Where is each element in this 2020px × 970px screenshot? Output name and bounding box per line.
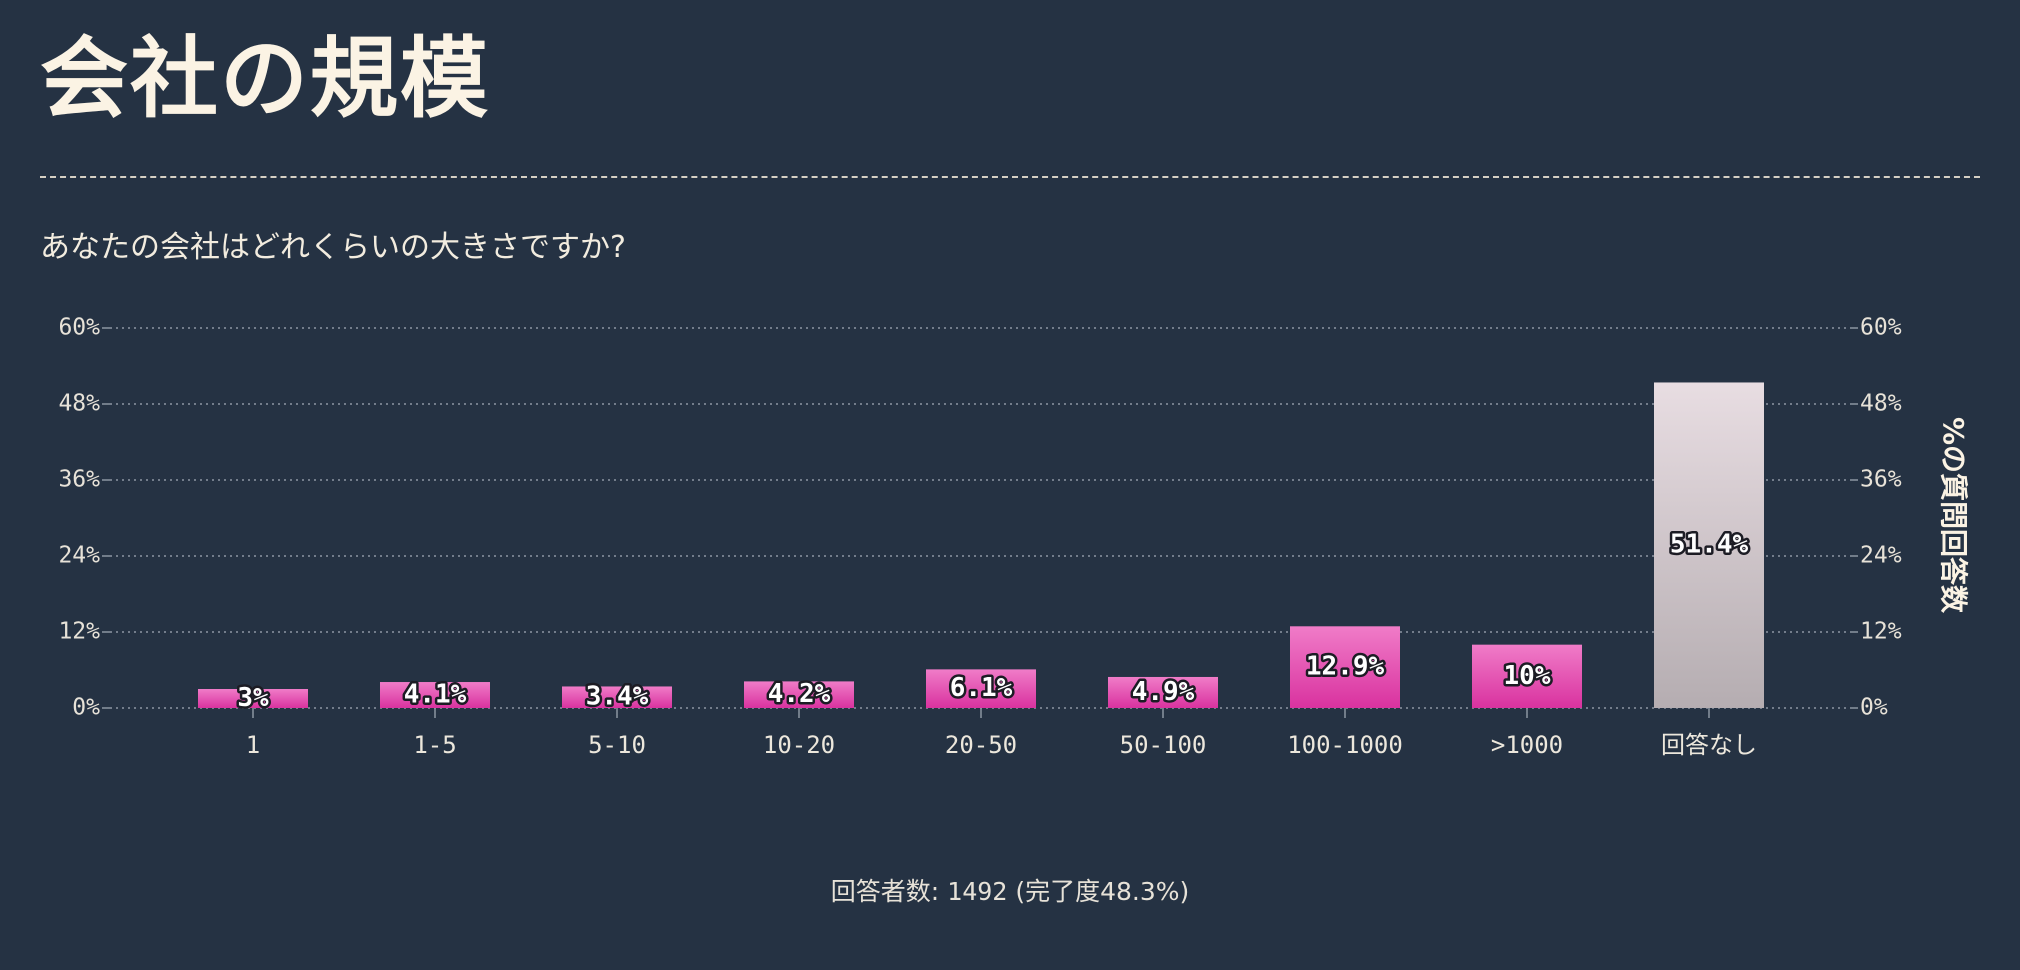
y-tick-label: 12%: [58, 619, 100, 645]
x-tick-label: 5-10: [588, 731, 646, 759]
y-tick-label: 24%: [58, 543, 100, 569]
x-tick-label: 1: [246, 731, 260, 759]
bar-value-label: 3%: [237, 683, 269, 713]
y-tick-label: 36%: [58, 467, 100, 493]
bars: [198, 382, 1764, 708]
respondent-footer: 回答者数: 1492 (完了度48.3%): [0, 872, 2020, 908]
bar-value-label: 10%: [1504, 661, 1551, 691]
x-tick-label: >1000: [1491, 731, 1563, 759]
bar-value-label: 12.9%: [1306, 652, 1385, 682]
y2-tick-label: 36%: [1860, 467, 1902, 493]
x-tick-label: 100-1000: [1287, 731, 1403, 759]
bar-value-label: 4.1%: [404, 680, 467, 710]
respondent-label: 回答者数:: [830, 877, 940, 906]
y2-tick-label: 24%: [1860, 543, 1902, 569]
bar-value-label: 6.1%: [950, 673, 1013, 703]
y-tick-label: 48%: [58, 391, 100, 417]
y2-tick-label: 60%: [1860, 315, 1902, 341]
x-tick-label: 回答なし: [1661, 731, 1757, 759]
y-tick-label: 60%: [58, 315, 100, 341]
x-tick-label: 10-20: [763, 731, 835, 759]
y-tick-label: 0%: [72, 695, 100, 721]
y2-tick-label: 0%: [1860, 695, 1888, 721]
bar-value-label: 3.4%: [586, 682, 649, 712]
y2-tick-label: 12%: [1860, 619, 1902, 645]
bar-value-label: 4.2%: [768, 679, 831, 709]
x-tick-label: 50-100: [1120, 731, 1207, 759]
grid-lines: [110, 327, 1850, 709]
respondent-count: 1492: [947, 877, 1008, 906]
x-tick-label: 20-50: [945, 731, 1017, 759]
x-tick-label: 1-5: [413, 731, 456, 759]
completion-rate: (完了度48.3%): [1015, 877, 1190, 906]
bar-value-label: 51.4%: [1670, 530, 1749, 560]
y2-tick-label: 48%: [1860, 391, 1902, 417]
bar-labels: 3% 4.1% 3.4% 4.2% 6.1% 4.9% 12.9% 10% 51.4%: [235, 527, 1751, 715]
bar-chart: 0% 0% 12% 12% 24% 24% 36% 36% 48% 48% 60% 60% 1 1-5 5-…: [58, 315, 1970, 760]
y2-axis-title: %の質問回答数: [1937, 417, 1970, 614]
bar-value-label: 4.9%: [1132, 677, 1195, 707]
